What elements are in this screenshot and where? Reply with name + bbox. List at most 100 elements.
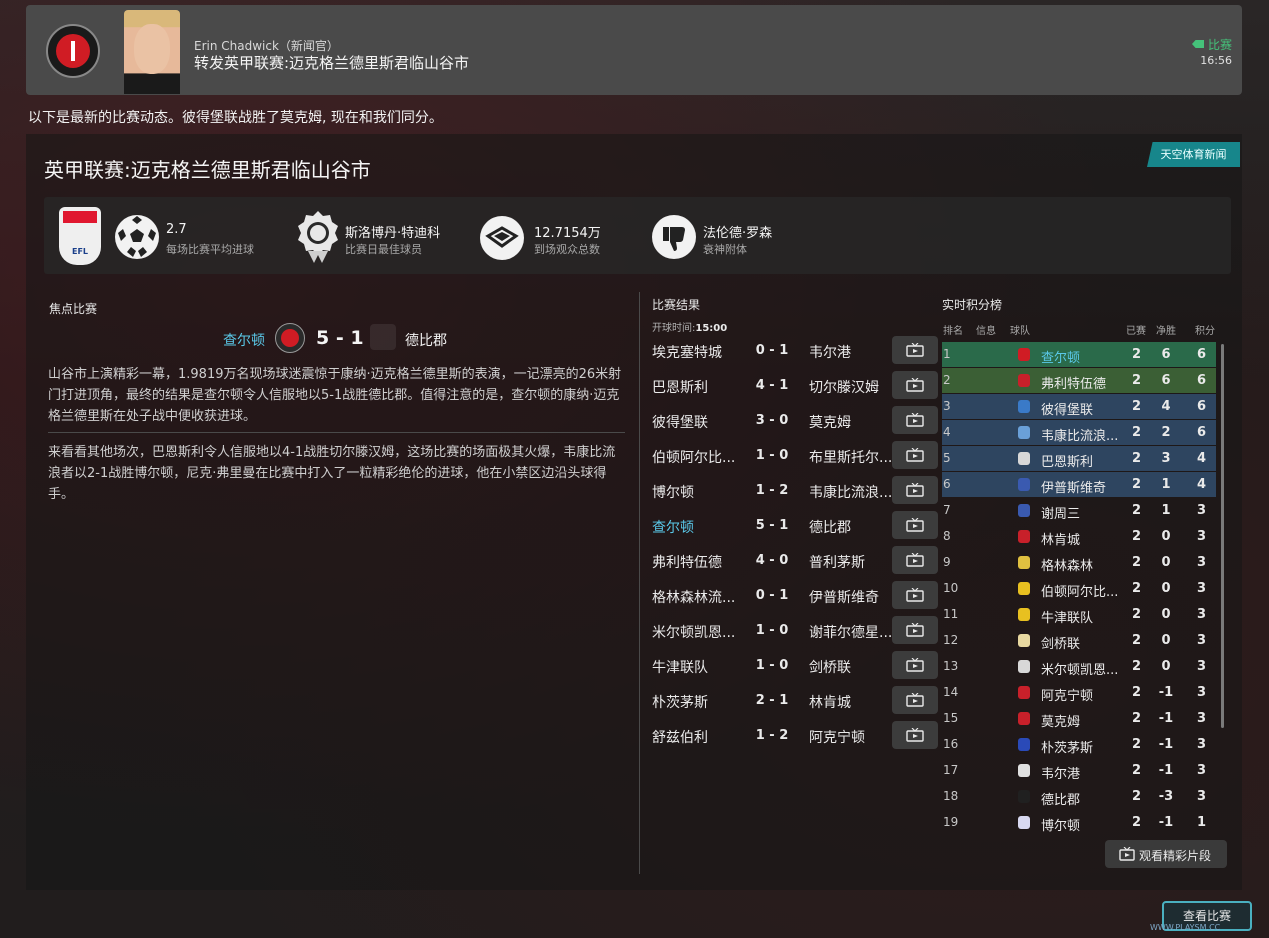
result-row[interactable]: 埃克塞特城 0 - 1 韦尔港	[652, 336, 938, 366]
table-team-name[interactable]: 牛津联队	[1041, 607, 1123, 626]
table-goal-diff: 0	[1161, 659, 1171, 674]
result-home-team[interactable]: 牛津联队	[652, 657, 738, 677]
result-away-team[interactable]: 切尔滕汉姆	[809, 377, 891, 397]
result-row[interactable]: 朴茨茅斯 2 - 1 林肯城	[652, 686, 938, 716]
table-row[interactable]: 2 弗利特伍德 2 6 6	[942, 368, 1216, 393]
result-row[interactable]: 巴恩斯利 4 - 1 切尔滕汉姆	[652, 371, 938, 401]
watch-match-button[interactable]	[892, 651, 938, 679]
watch-match-button[interactable]	[892, 581, 938, 609]
table-row[interactable]: 3 彼得堡联 2 4 6	[942, 394, 1216, 419]
table-row[interactable]: 18 德比郡 2 -3 3	[942, 784, 1216, 809]
table-team-name[interactable]: 彼得堡联	[1041, 399, 1123, 418]
result-row[interactable]: 舒兹伯利 1 - 2 阿克宁顿	[652, 721, 938, 751]
result-away-team[interactable]: 布里斯托尔...	[809, 447, 891, 467]
table-row[interactable]: 12 剑桥联 2 0 3	[942, 628, 1216, 653]
result-away-team[interactable]: 莫克姆	[809, 412, 891, 432]
table-team-name[interactable]: 博尔顿	[1041, 815, 1123, 834]
stats-bar	[44, 197, 1231, 274]
result-away-team[interactable]: 剑桥联	[809, 657, 891, 677]
result-home-team[interactable]: 埃克塞特城	[652, 342, 738, 362]
table-team-name[interactable]: 米尔顿凯恩...	[1041, 659, 1123, 678]
table-row[interactable]: 1 查尔顿 2 6 6	[942, 342, 1216, 367]
table-team-name[interactable]: 谢周三	[1041, 503, 1123, 522]
table-team-name[interactable]: 巴恩斯利	[1041, 451, 1123, 470]
table-row[interactable]: 11 牛津联队 2 0 3	[942, 602, 1216, 627]
focus-away-team[interactable]: 德比郡	[405, 330, 447, 350]
watch-match-button[interactable]	[892, 546, 938, 574]
team-badge-icon	[1018, 452, 1030, 465]
table-goal-diff: 0	[1161, 529, 1171, 544]
result-away-team[interactable]: 伊普斯维奇	[809, 587, 891, 607]
result-row[interactable]: 博尔顿 1 - 2 韦康比流浪...	[652, 476, 938, 506]
table-position: 12	[943, 633, 959, 647]
result-home-team[interactable]: 巴恩斯利	[652, 377, 738, 397]
table-row[interactable]: 10 伯顿阿尔比... 2 0 3	[942, 576, 1216, 601]
table-team-name[interactable]: 伯顿阿尔比...	[1041, 581, 1123, 600]
result-away-team[interactable]: 韦康比流浪...	[809, 482, 891, 502]
result-away-team[interactable]: 韦尔港	[809, 342, 891, 362]
table-row[interactable]: 8 林肯城 2 0 3	[942, 524, 1216, 549]
table-team-name[interactable]: 阿克宁顿	[1041, 685, 1123, 704]
result-home-team[interactable]: 格林森林流...	[652, 587, 738, 607]
result-row[interactable]: 彼得堡联 3 - 0 莫克姆	[652, 406, 938, 436]
result-row[interactable]: 牛津联队 1 - 0 剑桥联	[652, 651, 938, 681]
result-away-team[interactable]: 谢菲尔德星...	[809, 622, 891, 642]
table-team-name[interactable]: 剑桥联	[1041, 633, 1123, 652]
table-row[interactable]: 4 韦康比流浪... 2 2 6	[942, 420, 1216, 445]
table-row[interactable]: 16 朴茨茅斯 2 -1 3	[942, 732, 1216, 757]
team-badge-icon	[1018, 790, 1030, 803]
result-home-team[interactable]: 舒兹伯利	[652, 727, 738, 747]
table-row[interactable]: 19 博尔顿 2 -1 1	[942, 810, 1216, 835]
table-team-name[interactable]: 莫克姆	[1041, 711, 1123, 730]
result-home-team[interactable]: 弗利特伍德	[652, 552, 738, 572]
result-away-team[interactable]: 普利茅斯	[809, 552, 891, 572]
watch-match-button[interactable]	[892, 616, 938, 644]
result-home-team[interactable]: 朴茨茅斯	[652, 692, 738, 712]
table-row[interactable]: 15 莫克姆 2 -1 3	[942, 706, 1216, 731]
watch-match-button[interactable]	[892, 511, 938, 539]
result-away-team[interactable]: 林肯城	[809, 692, 891, 712]
result-home-team[interactable]: 米尔顿凯恩...	[652, 622, 738, 642]
watch-highlights-button[interactable]: 观看精彩片段	[1105, 840, 1227, 868]
result-row[interactable]: 米尔顿凯恩... 1 - 0 谢菲尔德星...	[652, 616, 938, 646]
table-team-name[interactable]: 林肯城	[1041, 529, 1123, 548]
table-team-name[interactable]: 朴茨茅斯	[1041, 737, 1123, 756]
table-team-name[interactable]: 查尔顿	[1041, 347, 1123, 366]
result-home-team[interactable]: 查尔顿	[652, 517, 738, 537]
result-home-team[interactable]: 博尔顿	[652, 482, 738, 502]
watch-match-button[interactable]	[892, 441, 938, 469]
table-scrollbar[interactable]	[1221, 344, 1224, 728]
result-row[interactable]: 弗利特伍德 4 - 0 普利茅斯	[652, 546, 938, 576]
table-row[interactable]: 14 阿克宁顿 2 -1 3	[942, 680, 1216, 705]
result-away-team[interactable]: 阿克宁顿	[809, 727, 891, 747]
focus-home-team[interactable]: 查尔顿	[223, 330, 265, 350]
table-row[interactable]: 17 韦尔港 2 -1 3	[942, 758, 1216, 783]
result-score: 4 - 1	[755, 378, 789, 393]
stat-jinx-label: 衰神附体	[703, 243, 747, 256]
watch-match-button[interactable]	[892, 371, 938, 399]
result-home-team[interactable]: 彼得堡联	[652, 412, 738, 432]
table-team-name[interactable]: 韦康比流浪...	[1041, 425, 1123, 444]
table-team-name[interactable]: 韦尔港	[1041, 763, 1123, 782]
watch-match-button[interactable]	[892, 721, 938, 749]
table-row[interactable]: 5 巴恩斯利 2 3 4	[942, 446, 1216, 471]
table-row[interactable]: 7 谢周三 2 1 3	[942, 498, 1216, 523]
result-away-team[interactable]: 德比郡	[809, 517, 891, 537]
table-team-name[interactable]: 德比郡	[1041, 789, 1123, 808]
result-row[interactable]: 伯顿阿尔比... 1 - 0 布里斯托尔...	[652, 441, 938, 471]
table-row[interactable]: 6 伊普斯维奇 2 1 4	[942, 472, 1216, 497]
watch-match-button[interactable]	[892, 406, 938, 434]
result-row[interactable]: 查尔顿 5 - 1 德比郡	[652, 511, 938, 541]
table-goal-diff: -1	[1158, 815, 1174, 830]
table-position: 16	[943, 737, 959, 751]
table-team-name[interactable]: 弗利特伍德	[1041, 373, 1123, 392]
table-row[interactable]: 13 米尔顿凯恩... 2 0 3	[942, 654, 1216, 679]
watch-match-button[interactable]	[892, 686, 938, 714]
watch-match-button[interactable]	[892, 336, 938, 364]
table-team-name[interactable]: 伊普斯维奇	[1041, 477, 1123, 496]
table-row[interactable]: 9 格林森林 2 0 3	[942, 550, 1216, 575]
table-team-name[interactable]: 格林森林	[1041, 555, 1123, 574]
result-row[interactable]: 格林森林流... 0 - 1 伊普斯维奇	[652, 581, 938, 611]
watch-match-button[interactable]	[892, 476, 938, 504]
result-home-team[interactable]: 伯顿阿尔比...	[652, 447, 738, 467]
